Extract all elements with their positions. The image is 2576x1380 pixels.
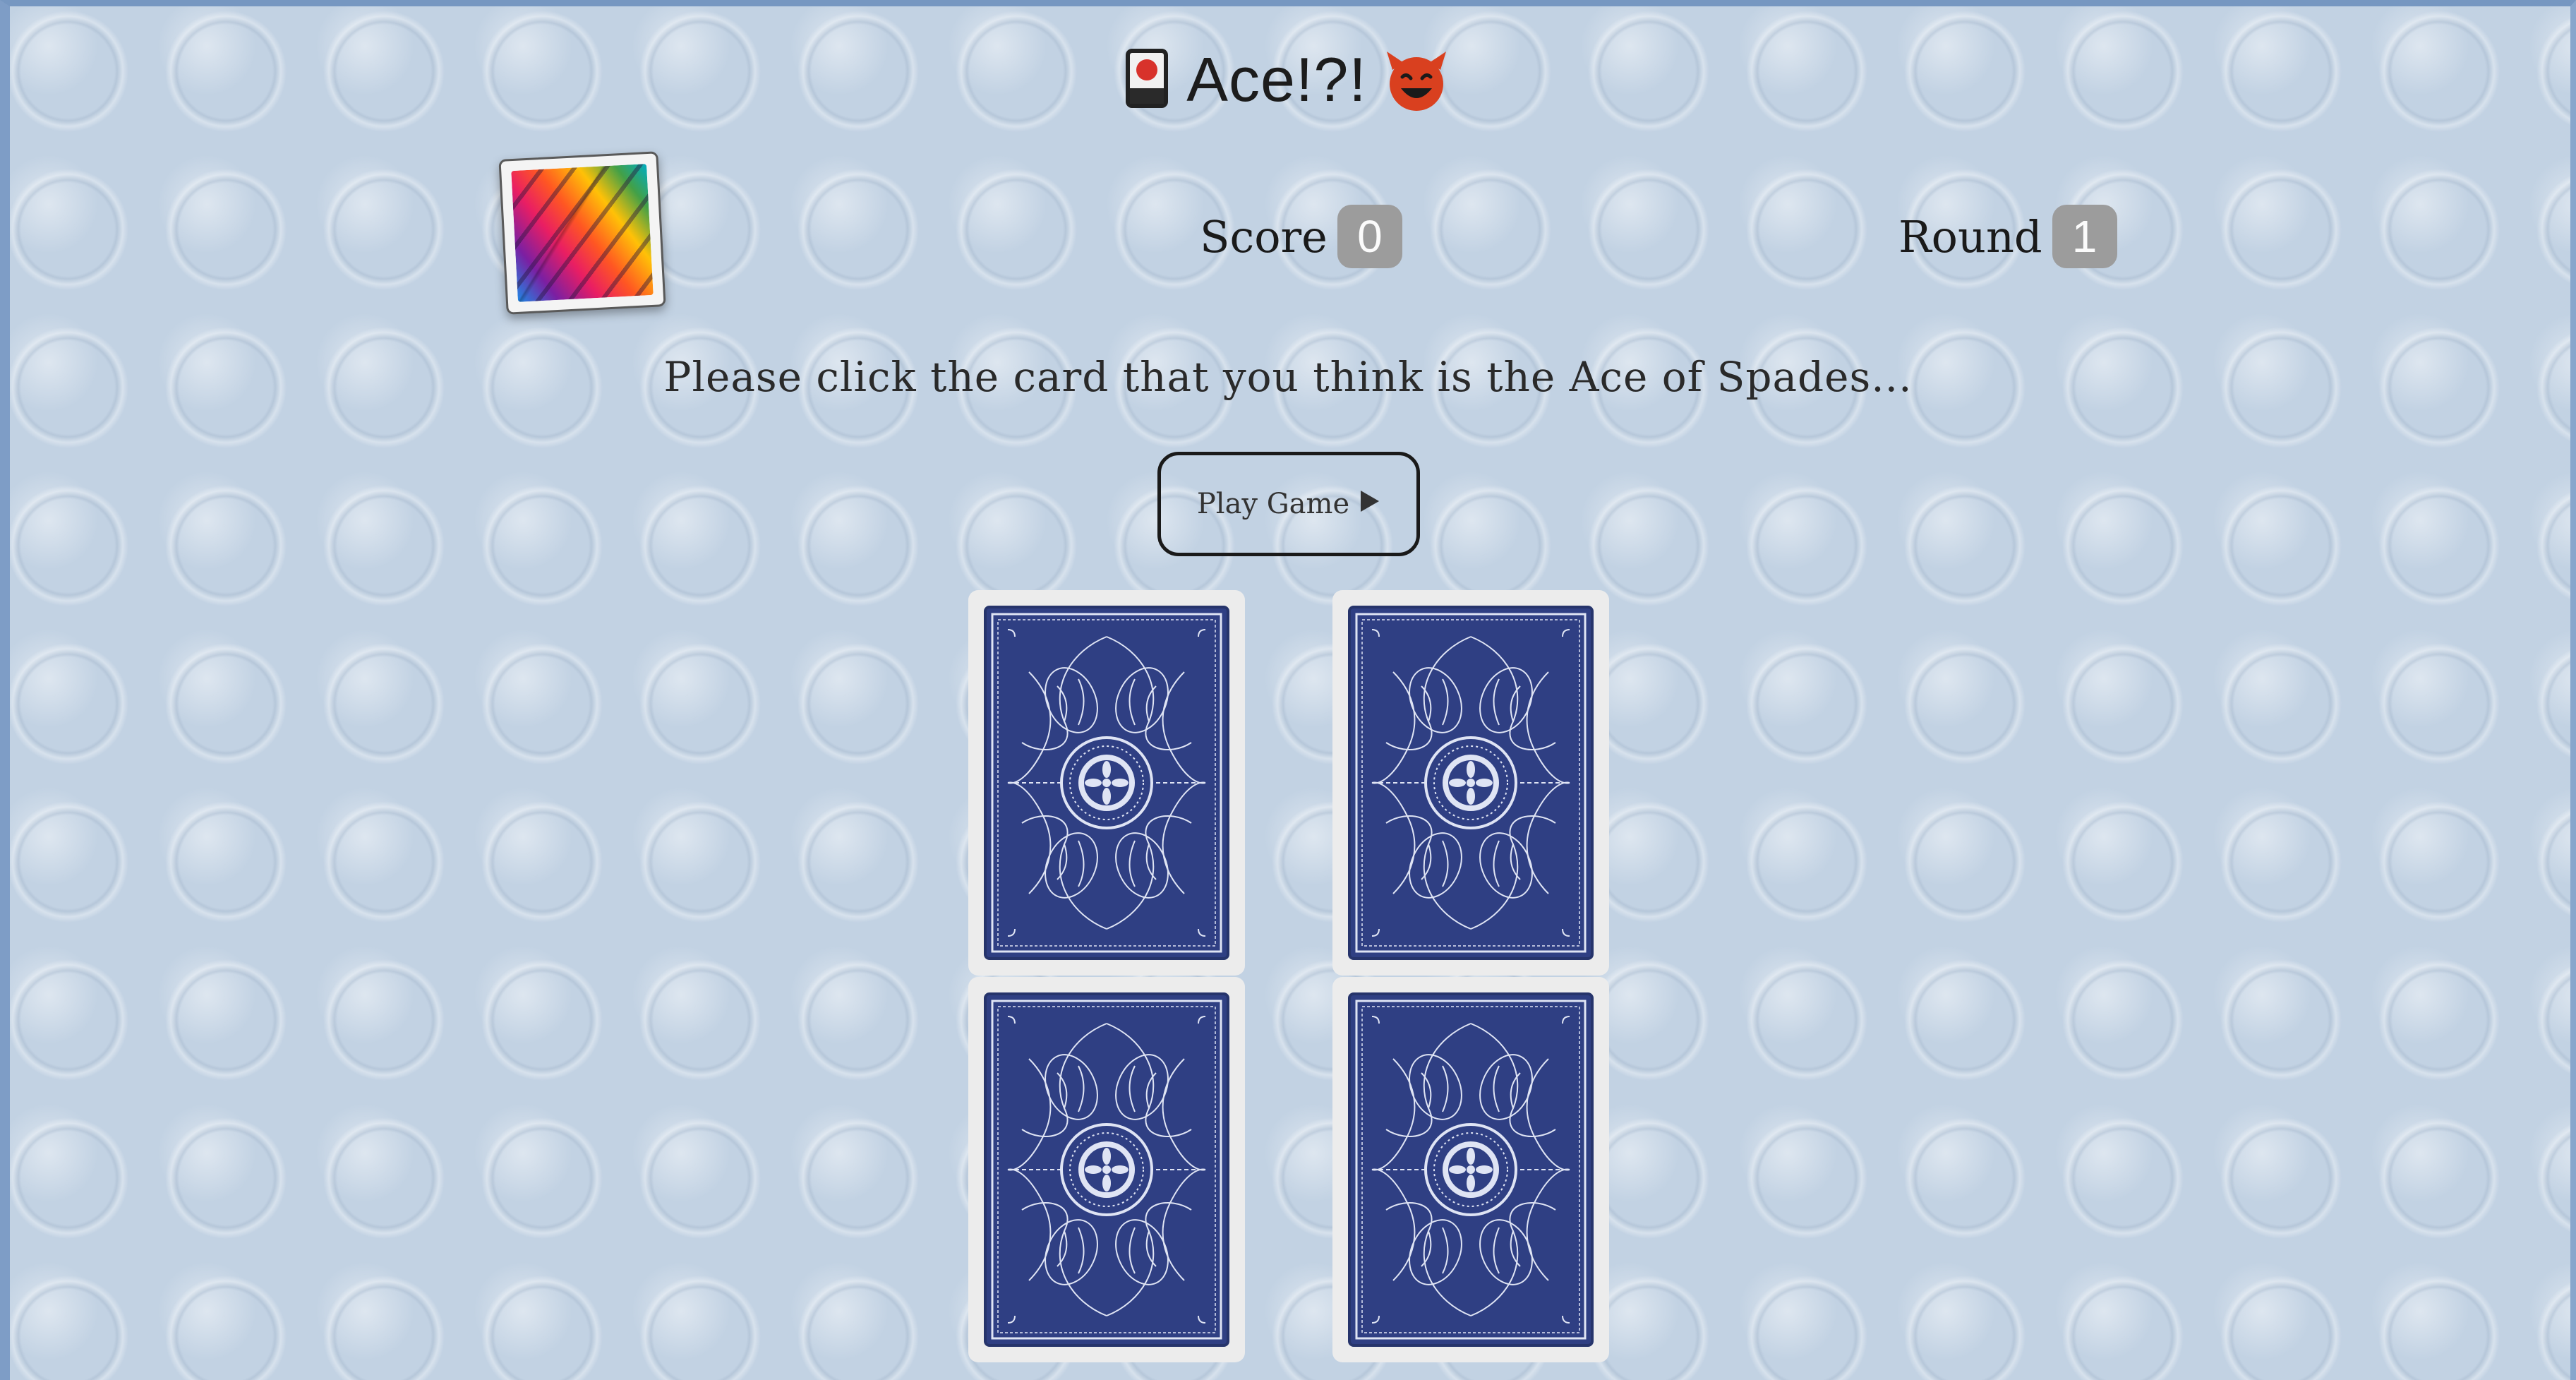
score-badge: 0	[1337, 205, 1402, 268]
title-text: Ace!?!	[1186, 44, 1367, 114]
playing-card-icon	[1126, 49, 1169, 108]
instruction-text: Please click the card that you think is …	[663, 353, 1913, 401]
card-back-pattern	[1348, 992, 1594, 1347]
play-triangle-icon	[1359, 488, 1380, 520]
play-game-label: Play Game	[1196, 488, 1350, 520]
card-back-pattern	[1348, 606, 1594, 960]
score-label: Score	[1200, 210, 1328, 263]
play-game-button[interactable]: Play Game	[1157, 452, 1420, 556]
score-display: Score 0	[1200, 205, 1402, 268]
card-3[interactable]	[968, 977, 1245, 1362]
card-1[interactable]	[968, 590, 1245, 976]
round-label: Round	[1898, 210, 2042, 263]
colorful-cards-image	[511, 164, 654, 302]
card-back-pattern	[984, 992, 1229, 1347]
game-thumbnail	[498, 151, 666, 315]
page-title: Ace!?!	[0, 44, 2576, 116]
card-4[interactable]	[1332, 977, 1609, 1362]
card-back-pattern	[984, 606, 1229, 960]
round-badge: 1	[2052, 205, 2117, 268]
card-2[interactable]	[1332, 590, 1609, 976]
round-display: Round 1	[1898, 205, 2117, 268]
smiling-devil-icon	[1383, 49, 1450, 112]
